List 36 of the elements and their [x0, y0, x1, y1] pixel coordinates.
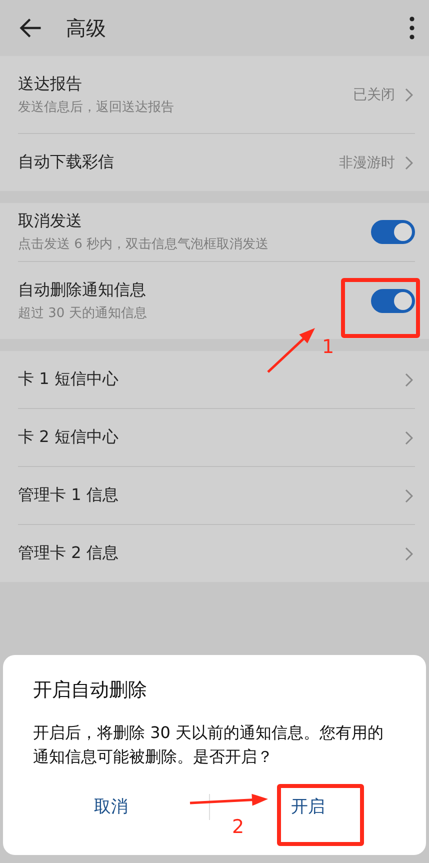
chevron-icon	[405, 546, 413, 560]
settings-row[interactable]: 管理卡 2 信息	[18, 524, 415, 582]
setting-title: 管理卡 2 信息	[18, 543, 120, 564]
dialog-title: 开启自动删除	[33, 678, 148, 703]
settings-row[interactable]: 卡 2 短信中心	[18, 408, 415, 466]
setting-description: 点击发送 6 秒内，双击信息气泡框取消发送	[18, 236, 270, 253]
chevron-icon	[405, 488, 413, 502]
setting-title: 送达报告	[18, 74, 83, 94]
chevron-icon	[405, 156, 413, 170]
settings-row[interactable]: 自动删除通知信息 超过 30 天的通知信息	[18, 261, 415, 339]
setting-description: 发送信息后，返回送达报告	[18, 98, 175, 116]
chevron-icon	[405, 430, 413, 444]
chevron-icon	[405, 372, 413, 386]
more-icon[interactable]	[409, 16, 415, 40]
setting-title: 卡 1 短信中心	[18, 369, 120, 390]
dialog-message: 开启后，将删除 30 天以前的通知信息。您有用的通知信息可能被删除。是否开启？	[33, 722, 385, 768]
page-title: 高级	[66, 14, 107, 42]
setting-title: 自动删除通知信息	[18, 280, 147, 300]
setting-title: 管理卡 1 信息	[18, 485, 120, 506]
annotation-arrow	[267, 328, 315, 373]
setting-description: 超过 30 天的通知信息	[18, 304, 148, 322]
dialog-button[interactable]: 取消	[13, 785, 209, 828]
chevron-icon	[405, 88, 413, 102]
toggle-switch[interactable]	[371, 288, 415, 312]
setting-value: 非漫游时	[339, 154, 395, 172]
toggle-switch[interactable]	[371, 220, 415, 244]
settings-row[interactable]: 取消发送 点击发送 6 秒内，双击信息气泡框取消发送	[18, 203, 415, 261]
setting-title: 自动下载彩信	[18, 152, 115, 173]
setting-title: 卡 2 短信中心	[18, 427, 120, 448]
settings-row[interactable]: 自动下载彩信 非漫游时	[18, 133, 415, 191]
annotation-number: 1	[322, 336, 334, 358]
settings-row[interactable]: 管理卡 1 信息	[18, 466, 415, 524]
settings-row[interactable]: 送达报告 发送信息后，返回送达报告 已关闭	[18, 56, 415, 133]
annotation-number: 2	[232, 816, 244, 838]
setting-title: 取消发送	[18, 211, 83, 232]
setting-value: 已关闭	[353, 86, 395, 104]
